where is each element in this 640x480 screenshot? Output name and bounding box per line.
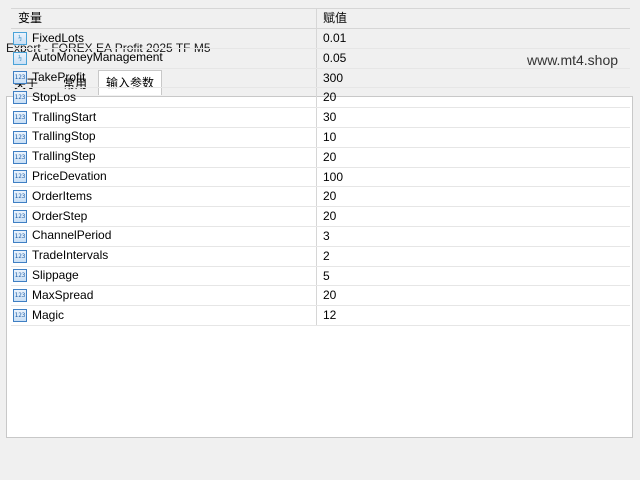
parameter-row[interactable]: 123 Magic 12: [11, 306, 630, 326]
parameter-name-cell[interactable]: 123 Slippage: [11, 266, 317, 286]
parameter-value-cell[interactable]: 5: [317, 267, 630, 286]
parameter-row[interactable]: 123 OrderStep 20: [11, 207, 630, 227]
parameter-value-cell[interactable]: 12: [317, 306, 630, 325]
parameter-name: Slippage: [32, 268, 79, 283]
parameter-name-cell[interactable]: 123 TakeProfit: [11, 68, 317, 88]
parameter-value-cell[interactable]: 30: [317, 108, 630, 127]
double-type-icon: ½: [13, 31, 27, 45]
parameter-row[interactable]: 123 TrallingStart 30: [11, 108, 630, 128]
integer-type-icon: 123: [13, 190, 27, 204]
parameter-name: StopLos: [32, 89, 77, 104]
double-type-icon: ½: [13, 51, 27, 65]
parameter-value-cell[interactable]: 300: [317, 69, 630, 88]
parameter-name: TradeIntervals: [32, 248, 109, 263]
column-header-variable[interactable]: 变量: [11, 9, 317, 28]
parameter-name: PriceDevation: [32, 169, 107, 184]
parameter-row[interactable]: 123 Slippage 5: [11, 266, 630, 287]
parameters-grid: 变量 赋值 ½ FixedLots 0.01 ½ AutoMoneyManagement…: [11, 8, 630, 326]
parameter-row[interactable]: ½ AutoMoneyManagement 0.05: [11, 48, 630, 69]
parameter-name-cell[interactable]: 123 ChannelPeriod: [11, 226, 317, 246]
parameter-value-cell[interactable]: 10: [317, 128, 630, 147]
parameter-row[interactable]: 123 PriceDevation 100: [11, 167, 630, 188]
parameter-row[interactable]: 123 TradeIntervals 2: [11, 246, 630, 267]
parameter-name: OrderStep: [32, 208, 88, 223]
parameter-name: FixedLots: [32, 30, 85, 45]
integer-type-icon: 123: [13, 71, 27, 85]
parameter-name: AutoMoneyManagement: [32, 50, 163, 65]
integer-type-icon: 123: [13, 91, 27, 105]
integer-type-icon: 123: [13, 269, 27, 283]
integer-type-icon: 123: [13, 150, 27, 164]
parameter-row[interactable]: 123 TrallingStep 20: [11, 147, 630, 168]
parameter-name: TrallingStart: [32, 109, 97, 124]
parameter-row[interactable]: 123 ChannelPeriod 3: [11, 226, 630, 247]
parameter-name-cell[interactable]: 123 Magic: [11, 306, 317, 325]
column-header-value[interactable]: 赋值: [317, 9, 630, 28]
parameter-name-cell[interactable]: 123 OrderStep: [11, 207, 317, 226]
parameter-name-cell[interactable]: 123 TrallingStop: [11, 127, 317, 147]
integer-type-icon: 123: [13, 249, 27, 263]
parameter-value-cell[interactable]: 0.01: [317, 29, 630, 48]
parameter-name: TakeProfit: [32, 70, 86, 85]
parameter-row[interactable]: 123 TakeProfit 300: [11, 68, 630, 89]
integer-type-icon: 123: [13, 210, 27, 224]
parameter-name-cell[interactable]: ½ AutoMoneyManagement: [11, 48, 317, 68]
parameter-value-cell[interactable]: 20: [317, 88, 630, 107]
parameter-name: OrderItems: [32, 188, 93, 203]
parameter-row[interactable]: ½ FixedLots 0.01: [11, 29, 630, 49]
parameter-name-cell[interactable]: 123 PriceDevation: [11, 167, 317, 187]
parameter-value-cell[interactable]: 20: [317, 286, 630, 305]
parameter-name-cell[interactable]: ½ FixedLots: [11, 29, 317, 48]
integer-type-icon: 123: [13, 111, 27, 125]
parameter-name: Magic: [32, 307, 65, 322]
grid-header: 变量 赋值: [11, 9, 630, 29]
parameter-value-cell[interactable]: 2: [317, 247, 630, 266]
parameter-row[interactable]: 123 TrallingStop 10: [11, 127, 630, 148]
parameter-name-cell[interactable]: 123 MaxSpread: [11, 286, 317, 306]
parameter-row[interactable]: 123 OrderItems 20: [11, 187, 630, 208]
parameter-value-cell[interactable]: 20: [317, 207, 630, 226]
parameter-value-cell[interactable]: 20: [317, 187, 630, 206]
integer-type-icon: 123: [13, 170, 27, 184]
parameter-name: TrallingStop: [32, 129, 96, 144]
parameter-value-cell[interactable]: 20: [317, 148, 630, 167]
parameter-name-cell[interactable]: 123 TradeIntervals: [11, 246, 317, 266]
parameter-row[interactable]: 123 StopLos 20: [11, 88, 630, 109]
parameter-name-cell[interactable]: 123 OrderItems: [11, 187, 317, 207]
parameter-name: ChannelPeriod: [32, 228, 112, 243]
integer-type-icon: 123: [13, 130, 27, 144]
parameter-row[interactable]: 123 MaxSpread 20: [11, 286, 630, 307]
integer-type-icon: 123: [13, 309, 27, 323]
integer-type-icon: 123: [13, 289, 27, 303]
parameter-value-cell[interactable]: 0.05: [317, 49, 630, 68]
parameter-name-cell[interactable]: 123 StopLos: [11, 88, 317, 108]
parameter-value-cell[interactable]: 3: [317, 227, 630, 246]
integer-type-icon: 123: [13, 229, 27, 243]
parameter-name: TrallingStep: [32, 149, 96, 164]
parameter-name: MaxSpread: [32, 287, 94, 302]
grid-body: ½ FixedLots 0.01 ½ AutoMoneyManagement 0.05 12…: [11, 29, 630, 326]
parameter-name-cell[interactable]: 123 TrallingStep: [11, 147, 317, 167]
parameter-name-cell[interactable]: 123 TrallingStart: [11, 108, 317, 127]
parameter-value-cell[interactable]: 100: [317, 168, 630, 187]
